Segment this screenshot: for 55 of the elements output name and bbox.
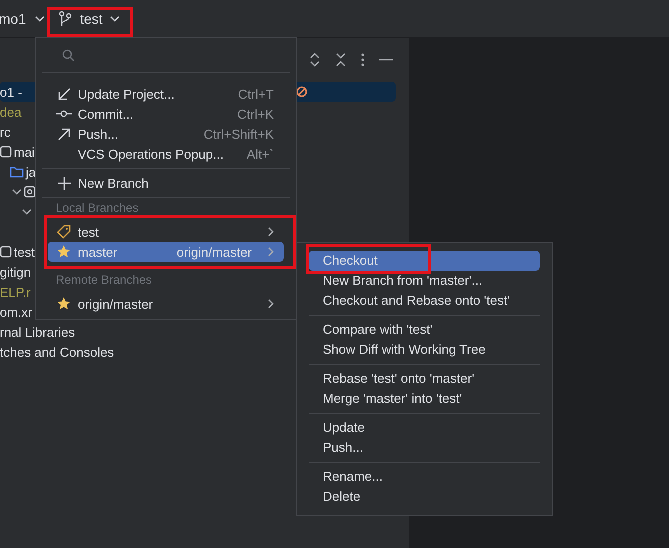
tree-row[interactable]: test: [0, 242, 35, 262]
expand-all-icon[interactable]: [309, 53, 321, 67]
section-header: Remote Branches: [55, 272, 154, 288]
menu-item[interactable]: Rebase 'test' onto 'master': [309, 369, 540, 389]
star-icon: [57, 297, 71, 311]
section-header: Local Branches: [55, 200, 140, 216]
menu-item[interactable]: Push... Ctrl+Shift+K: [48, 124, 284, 144]
tree-label: o1 -: [0, 84, 22, 100]
chevron-down-icon: [110, 16, 120, 22]
menu-item[interactable]: Update: [309, 418, 540, 438]
folder-icon: [10, 166, 24, 178]
menu-item[interactable]: Merge 'master' into 'test': [309, 389, 540, 409]
menu-item[interactable]: Update Project... Ctrl+T: [48, 84, 284, 104]
tree-row[interactable]: rc: [0, 122, 11, 142]
commit-icon: [56, 110, 72, 118]
module-icon: [0, 246, 12, 258]
menu-item[interactable]: Push...: [309, 438, 540, 458]
menu-item[interactable]: VCS Operations Popup... Alt+`: [48, 144, 284, 164]
arrow-down-left-icon: [58, 88, 70, 100]
tree-label: mai: [14, 144, 35, 160]
menu-item[interactable]: Commit... Ctrl+K: [48, 104, 284, 124]
search-icon[interactable]: [62, 48, 75, 62]
tag-icon: [57, 225, 71, 239]
menu-item[interactable]: Delete: [309, 487, 540, 507]
branch-icon: [59, 10, 74, 26]
star-icon: [57, 245, 71, 259]
menu-item[interactable]: Checkout: [309, 251, 540, 271]
tree-label: rc: [0, 124, 11, 140]
no-entry-icon: [296, 86, 308, 98]
branch-item[interactable]: test: [48, 222, 284, 242]
menu-item[interactable]: Compare with 'test': [309, 320, 540, 340]
chevron-down-icon[interactable]: [22, 209, 32, 215]
tree-row[interactable]: mai: [0, 142, 35, 162]
arrow-up-right-icon: [58, 128, 70, 140]
menu-item[interactable]: Show Diff with Working Tree: [309, 340, 540, 360]
tree-label: test: [14, 244, 35, 260]
package-icon: [24, 186, 36, 198]
branch-item[interactable]: master origin/master: [48, 242, 284, 262]
tree-label: ja: [26, 164, 36, 180]
project-name[interactable]: mo1: [0, 10, 26, 26]
module-icon: [0, 146, 12, 158]
plus-icon: [58, 176, 70, 190]
menu-item[interactable]: New Branch from 'master'...: [309, 271, 540, 291]
chevron-down-icon: [35, 16, 46, 22]
menu-item[interactable]: Checkout and Rebase onto 'test': [309, 291, 540, 311]
branch-widget[interactable]: test: [59, 10, 120, 26]
menu-item[interactable]: New Branch: [48, 173, 284, 193]
more-icon[interactable]: [361, 53, 365, 67]
chevron-down-icon[interactable]: [12, 189, 22, 195]
branch-item[interactable]: origin/master: [48, 294, 284, 314]
chevron-right-icon: [268, 299, 274, 309]
tree-row[interactable]: ja: [0, 162, 36, 182]
menu-item[interactable]: Rename...: [309, 467, 540, 487]
collapse-all-icon[interactable]: [335, 53, 347, 67]
minimize-icon[interactable]: [379, 58, 393, 62]
